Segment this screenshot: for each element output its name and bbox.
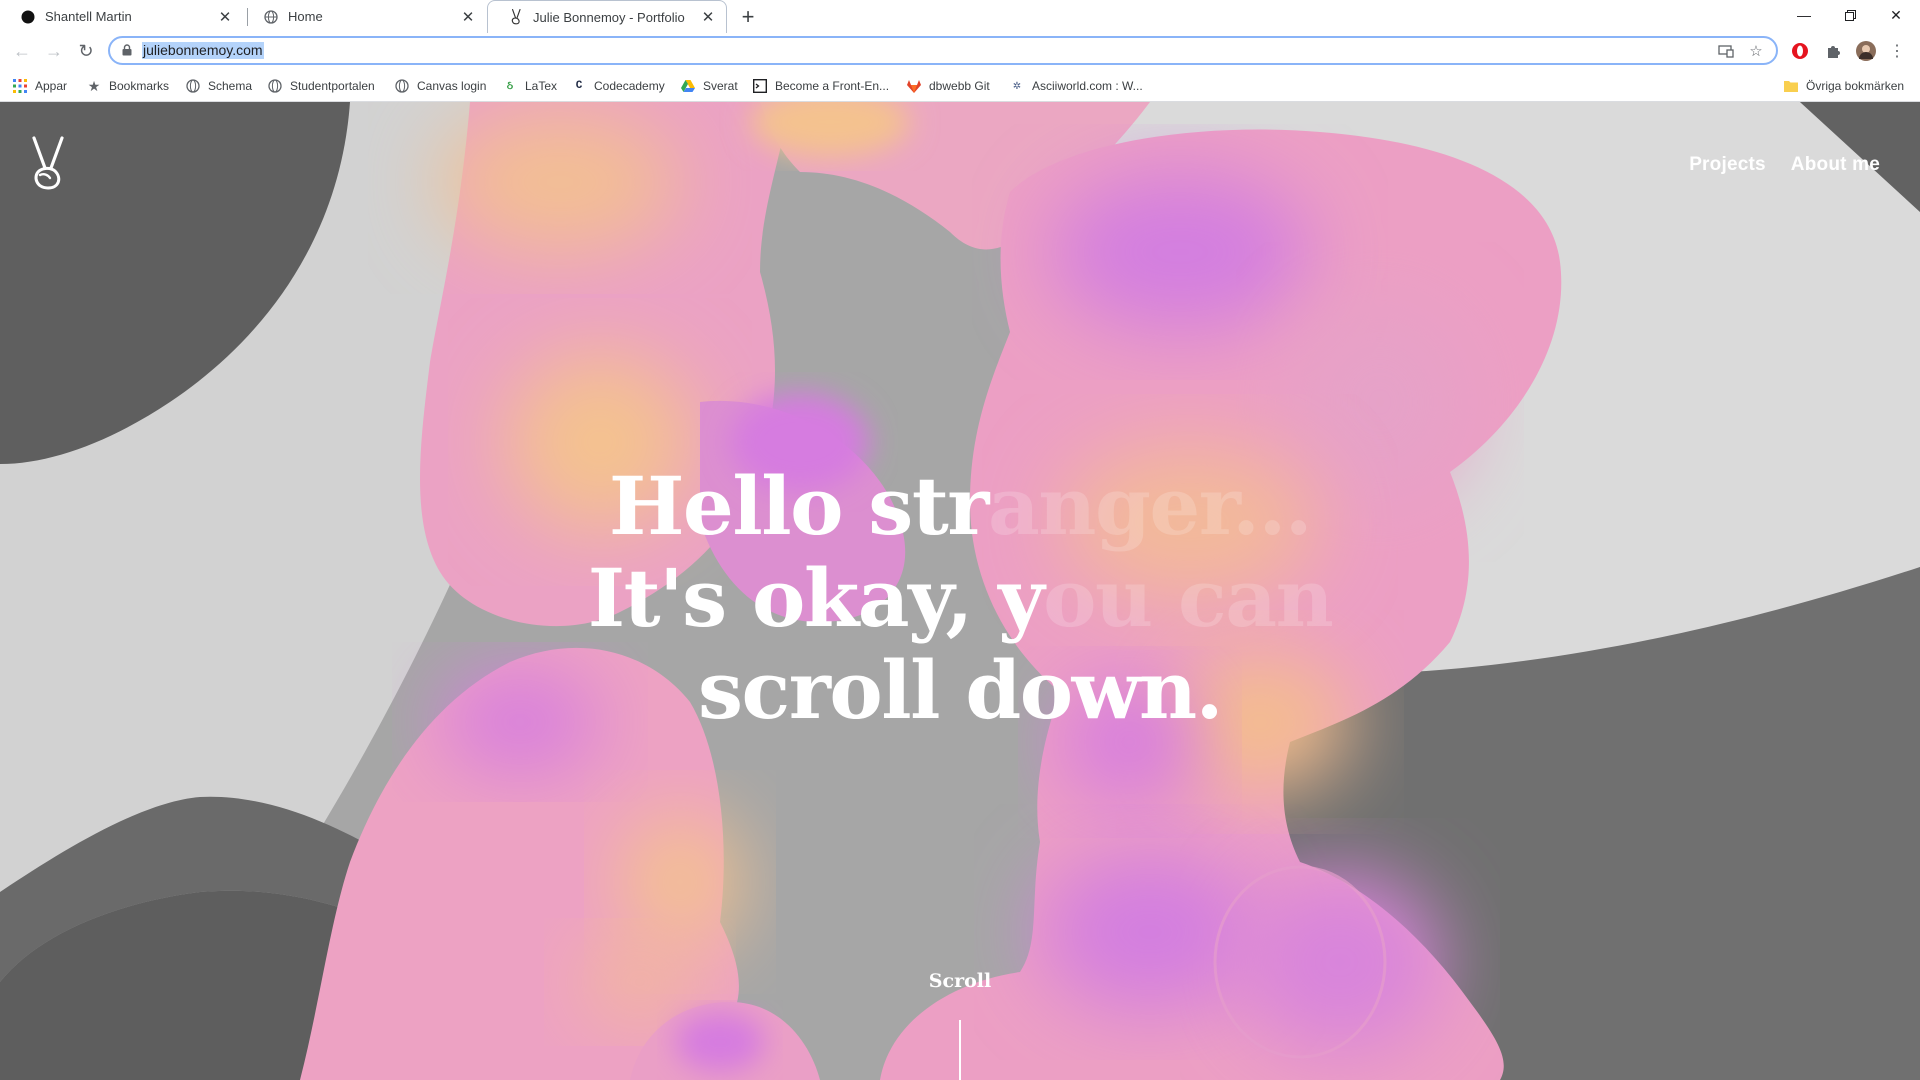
lock-icon bbox=[122, 44, 132, 56]
hero-text-faded: anger... bbox=[987, 459, 1313, 553]
bookmark-schema[interactable]: Schema bbox=[185, 76, 252, 96]
star-icon: ★ bbox=[87, 77, 101, 94]
site-nav: Projects About me bbox=[1689, 154, 1880, 176]
forward-button[interactable]: → bbox=[40, 37, 68, 65]
scroll-indicator-line bbox=[959, 1020, 961, 1080]
bookmark-asciiworld[interactable]: ✲ Asciiworld.com : W... bbox=[1009, 76, 1143, 96]
tab-shantell-martin[interactable]: Shantell Martin ✕ bbox=[0, 0, 243, 33]
back-button[interactable]: ← bbox=[8, 37, 36, 65]
hero-line-2: It's okay, you can bbox=[460, 552, 1460, 644]
portfolio-page: Projects About me Hello stranger... It's… bbox=[0, 102, 1920, 1080]
bookmark-bookmarks[interactable]: ★ Bookmarks bbox=[86, 76, 169, 96]
ascii-icon: ✲ bbox=[1012, 80, 1022, 92]
globe-icon bbox=[394, 78, 410, 94]
latex-icon: ઠ bbox=[506, 79, 514, 92]
bookmark-sverat[interactable]: Sverat bbox=[680, 76, 738, 96]
bookmark-label: LaTex bbox=[525, 79, 558, 93]
bookmark-latex[interactable]: ઠ LaTex bbox=[502, 76, 557, 96]
nav-link-about-me[interactable]: About me bbox=[1791, 154, 1880, 176]
terminal-icon bbox=[752, 78, 768, 94]
new-tab-button[interactable]: + bbox=[735, 4, 761, 30]
bookmark-label: Sverat bbox=[703, 79, 738, 93]
nav-link-projects[interactable]: Projects bbox=[1689, 154, 1766, 176]
restore-button[interactable] bbox=[1827, 0, 1873, 30]
tab-title: Shantell Martin bbox=[45, 9, 132, 24]
bookmark-canvas-login[interactable]: Canvas login bbox=[394, 76, 486, 96]
hero-heading: Hello stranger... It's okay, you can scr… bbox=[460, 460, 1460, 736]
bookmark-other-bookmarks[interactable]: Övriga bokmärken bbox=[1783, 76, 1904, 96]
circle-favicon-icon bbox=[20, 9, 36, 25]
bookmark-label: Become a Front-En... bbox=[775, 79, 890, 93]
folder-icon bbox=[1783, 78, 1799, 94]
bookmarks-bar: Appar ★ Bookmarks Schema Studentportalen… bbox=[0, 70, 1920, 102]
url-text[interactable]: juliebonnemoy.com bbox=[142, 42, 264, 59]
tab-home[interactable]: Home ✕ bbox=[243, 0, 486, 33]
browser-toolbar: ← → ↻ juliebonnemoy.com ☆ ⋮ bbox=[0, 33, 1920, 70]
bookmark-dbwebb-git[interactable]: dbwebb Git bbox=[906, 76, 990, 96]
tab-strip: Shantell Martin ✕ Home ✕ Julie Bonnemoy … bbox=[0, 0, 1920, 33]
bookmark-studentportalen[interactable]: Studentportalen bbox=[267, 76, 375, 96]
address-bar[interactable]: juliebonnemoy.com ☆ bbox=[108, 36, 1778, 65]
bookmark-label: Studentportalen bbox=[290, 79, 375, 93]
apps-grid-icon bbox=[12, 78, 28, 94]
hero-line-1: Hello stranger... bbox=[460, 460, 1460, 552]
tab-title: Home bbox=[288, 9, 323, 24]
hero-text: Hello str bbox=[608, 459, 990, 553]
codecademy-icon: C bbox=[575, 80, 583, 92]
close-tab-icon[interactable]: ✕ bbox=[458, 7, 478, 27]
bookmark-become-front-end[interactable]: Become a Front-En... bbox=[752, 76, 889, 96]
drive-icon bbox=[680, 78, 696, 94]
globe-icon bbox=[185, 78, 201, 94]
extensions-puzzle-icon[interactable] bbox=[1822, 40, 1844, 62]
peace-hand-logo-icon[interactable] bbox=[28, 135, 68, 191]
bookmark-label: Codecademy bbox=[594, 79, 665, 93]
bookmark-label: Schema bbox=[208, 79, 253, 93]
install-app-icon[interactable] bbox=[1716, 41, 1736, 61]
bookmark-label: Canvas login bbox=[417, 79, 487, 93]
minimize-button[interactable]: — bbox=[1781, 0, 1827, 30]
hero-text-faded: ou can bbox=[1043, 551, 1334, 645]
globe-icon bbox=[263, 9, 279, 25]
menu-kebab-icon[interactable]: ⋮ bbox=[1886, 40, 1908, 62]
bookmark-label: Bookmarks bbox=[109, 79, 170, 93]
reload-button[interactable]: ↻ bbox=[72, 37, 100, 65]
close-tab-icon[interactable]: ✕ bbox=[698, 7, 718, 27]
bookmark-appar[interactable]: Appar bbox=[12, 76, 67, 96]
hero-text: It's okay, y bbox=[587, 551, 1045, 645]
globe-icon bbox=[267, 78, 283, 94]
scroll-indicator-label[interactable]: Scroll bbox=[0, 970, 1920, 992]
bookmark-label: dbwebb Git bbox=[929, 79, 990, 93]
tab-julie-bonnemoy[interactable]: Julie Bonnemoy - Portfolio ✕ bbox=[487, 0, 727, 33]
gitlab-icon bbox=[906, 78, 922, 94]
close-tab-icon[interactable]: ✕ bbox=[215, 7, 235, 27]
bookmark-label: Övriga bokmärken bbox=[1806, 79, 1905, 93]
bookmark-label: Asciiworld.com : W... bbox=[1032, 79, 1143, 93]
hero-line-3: scroll down. bbox=[697, 643, 1224, 737]
bookmark-star-icon[interactable]: ☆ bbox=[1746, 41, 1766, 61]
bookmark-label: Appar bbox=[35, 79, 68, 93]
tab-title: Julie Bonnemoy - Portfolio bbox=[533, 9, 685, 25]
close-window-button[interactable]: ✕ bbox=[1873, 0, 1919, 30]
bookmark-codecademy[interactable]: C Codecademy bbox=[571, 76, 665, 96]
profile-avatar-icon[interactable] bbox=[1855, 40, 1877, 62]
opera-extension-icon[interactable] bbox=[1789, 40, 1811, 62]
peace-hand-favicon-icon bbox=[508, 9, 524, 25]
